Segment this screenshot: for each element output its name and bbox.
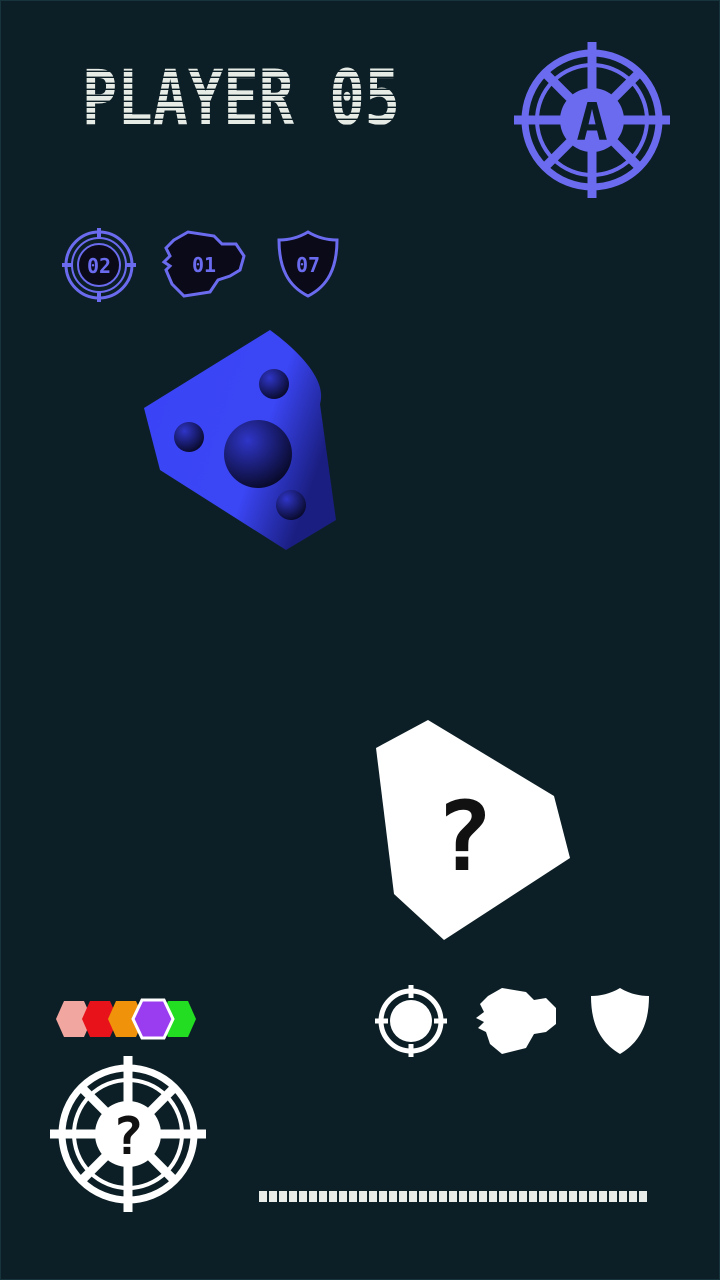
progress-segment [619,1191,627,1202]
power-action[interactable] [474,984,560,1056]
progress-segment [399,1191,407,1202]
stat-defense[interactable]: 07 [274,228,342,300]
color-swatch-purple-selected[interactable] [131,998,175,1040]
stat-attack-value: 02 [87,254,111,278]
unknown-piece[interactable]: ? [374,718,574,942]
progress-segment [559,1191,567,1202]
progress-segment [419,1191,427,1202]
progress-segment [289,1191,297,1202]
piece-pip [174,422,204,452]
progress-segment [409,1191,417,1202]
stat-power-value: 01 [192,253,216,277]
attack-action[interactable] [374,984,448,1058]
defense-action[interactable] [588,986,652,1056]
progress-segment [509,1191,517,1202]
unknown-rank-badge[interactable]: ? [48,1054,208,1214]
progress-segment [429,1191,437,1202]
progress-segment [309,1191,317,1202]
progress-segment [459,1191,467,1202]
piece-pip [276,490,306,520]
progress-segment [369,1191,377,1202]
unknown-piece-symbol: ? [435,781,493,893]
rank-badge[interactable]: A [512,40,672,200]
progress-segment [439,1191,447,1202]
stat-defense-value: 07 [296,253,320,277]
player-label: PLAYER 05 [82,60,400,140]
progress-segment [389,1191,397,1202]
progress-segment [599,1191,607,1202]
progress-segment [629,1191,637,1202]
progress-segment [529,1191,537,1202]
progress-segment [539,1191,547,1202]
progress-segment [589,1191,597,1202]
progress-segment [499,1191,507,1202]
unknown-rank-symbol: ? [112,1107,143,1167]
progress-segment [549,1191,557,1202]
progress-segment [609,1191,617,1202]
progress-segment [569,1191,577,1202]
progress-segment [359,1191,367,1202]
shield-icon [591,988,649,1054]
progress-segment [379,1191,387,1202]
progress-segment [269,1191,277,1202]
progress-segment [449,1191,457,1202]
progress-segment [259,1191,267,1202]
stat-attack[interactable]: 02 [60,226,138,304]
progress-bar [259,1191,649,1203]
player-title: PLAYER 05 [82,60,400,140]
progress-segment [479,1191,487,1202]
crosshair-icon [375,985,447,1057]
color-picker[interactable] [52,996,204,1042]
progress-segment [639,1191,647,1202]
progress-segment [519,1191,527,1202]
rank-letter: A [576,93,607,153]
progress-segment [469,1191,477,1202]
progress-segment [319,1191,327,1202]
fist-icon [476,988,556,1054]
progress-segment [329,1191,337,1202]
piece-pip [259,369,289,399]
progress-segment [349,1191,357,1202]
progress-segment [279,1191,287,1202]
piece-pip [224,420,292,488]
progress-segment [339,1191,347,1202]
selected-piece[interactable] [140,328,340,554]
stat-power[interactable]: 01 [160,226,248,300]
progress-segment [299,1191,307,1202]
progress-segment [489,1191,497,1202]
progress-segment [579,1191,587,1202]
